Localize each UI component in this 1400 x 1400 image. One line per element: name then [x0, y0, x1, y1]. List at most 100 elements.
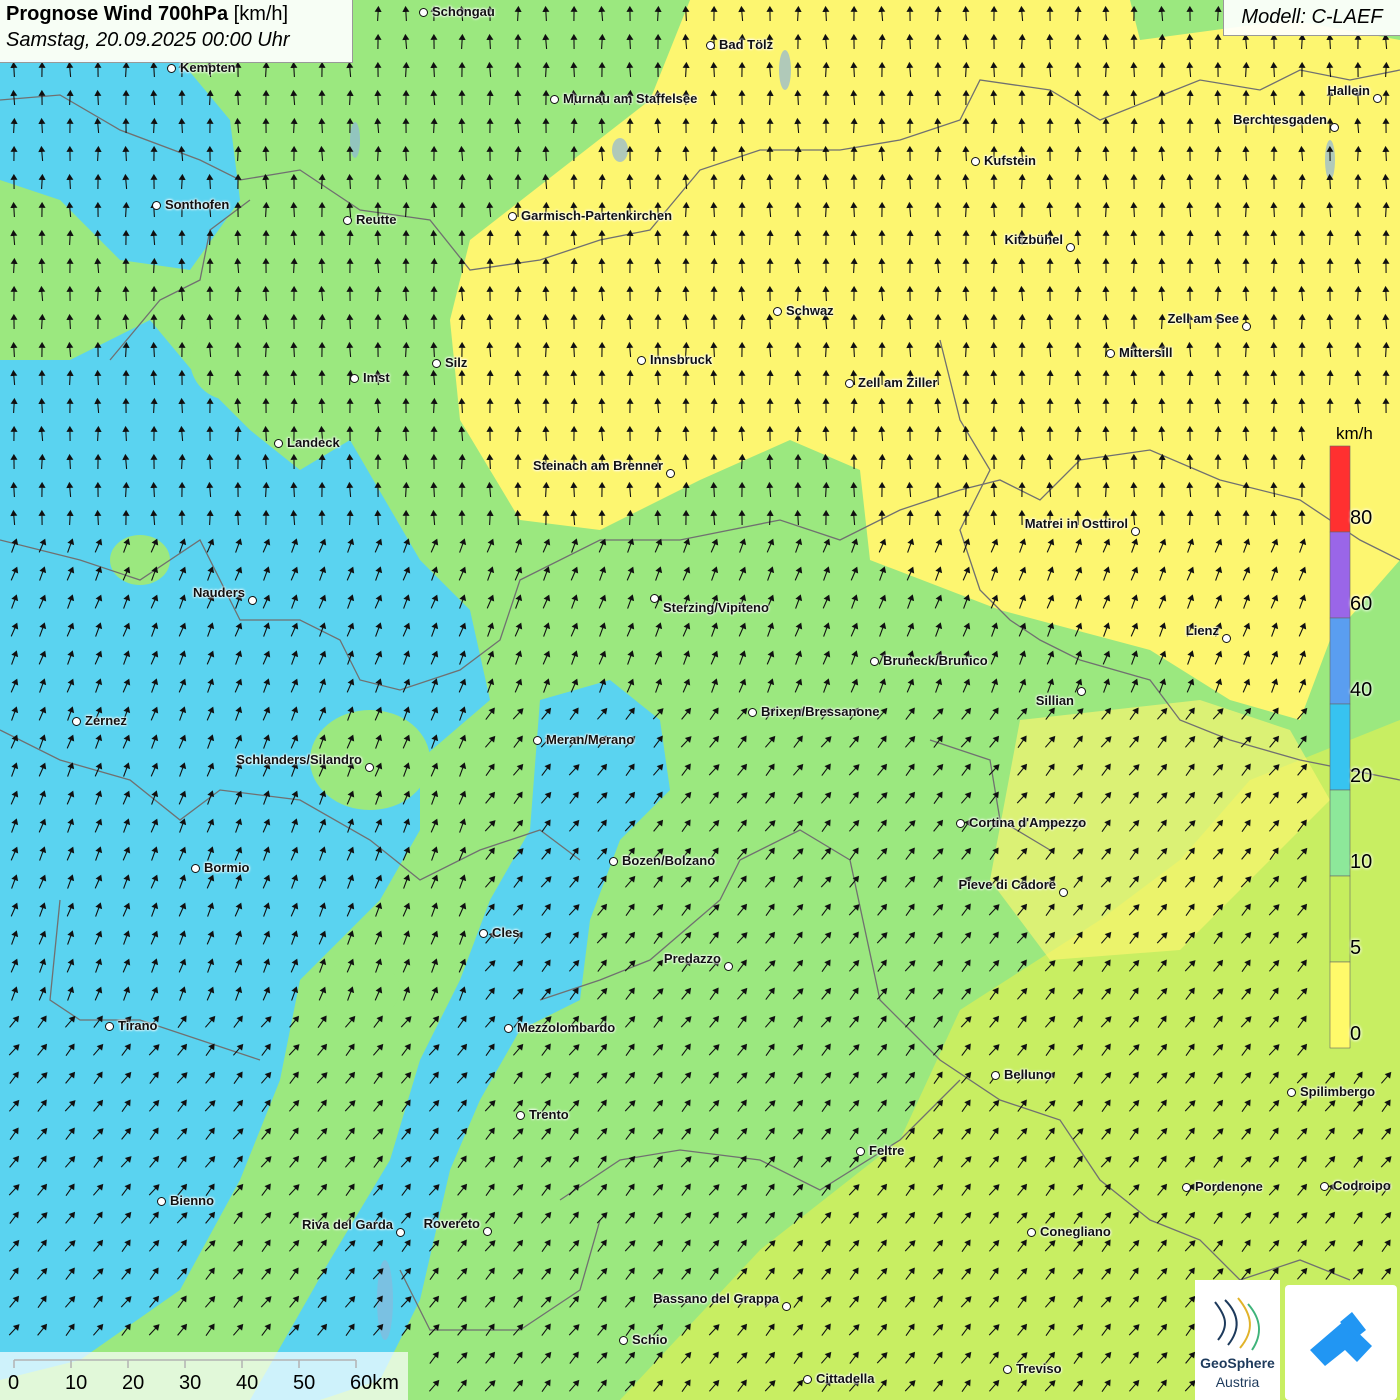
city-label: Schongau [432, 4, 495, 19]
scale-label: 30 [179, 1372, 202, 1394]
city-dot [1131, 527, 1140, 536]
title-main: Prognose Wind 700hPa [6, 3, 229, 25]
city-dot [1027, 1228, 1036, 1237]
city-label: Schwaz [786, 303, 834, 318]
city-dot [483, 1227, 492, 1236]
city-label: Silz [445, 355, 468, 370]
city-label: Kufstein [984, 153, 1036, 168]
city-label: Schio [632, 1332, 668, 1347]
forecast-datetime: Samstag, 20.09.2025 00:00 Uhr [6, 29, 290, 51]
city-label: Treviso [1016, 1361, 1062, 1376]
scale-label: 60km [350, 1372, 399, 1394]
city-dot [1059, 888, 1068, 897]
city-label: Spilimbergo [1300, 1084, 1376, 1099]
city-label: Kitzbühel [1004, 232, 1064, 247]
city-label: Sterzing/Vipiteno [663, 600, 769, 615]
city-dot [956, 819, 965, 828]
city-label: Belluno [1004, 1067, 1052, 1082]
city-dot [152, 201, 161, 210]
city-dot [1330, 123, 1339, 132]
city-dot [479, 929, 488, 938]
city-label: Sonthofen [165, 197, 230, 212]
city-label: Trento [529, 1107, 569, 1122]
city-label: Bormio [204, 860, 250, 875]
city-dot [533, 736, 542, 745]
city-label: Steinach am Brenner [532, 458, 663, 473]
city-label: Predazzo [663, 951, 721, 966]
city-dot [650, 594, 659, 603]
city-dot [1373, 94, 1382, 103]
city-label: Mezzolombardo [517, 1020, 616, 1035]
lake [350, 122, 360, 158]
city-label: Rovereto [423, 1216, 480, 1231]
scale-bar [0, 1352, 408, 1400]
legend-colorbar [1329, 445, 1351, 1049]
legend-swatch [1329, 617, 1351, 705]
city-dot [1182, 1183, 1191, 1192]
city-label: Conegliano [1040, 1224, 1111, 1239]
city-dot [105, 1022, 114, 1031]
city-dot [870, 657, 879, 666]
legend-swatch [1329, 445, 1351, 533]
city-dot [550, 95, 559, 104]
city-label: Hallein [1327, 83, 1370, 98]
city-dot [803, 1375, 812, 1384]
legend-swatch [1329, 875, 1351, 963]
city-label: Landeck [287, 435, 340, 450]
scale-label: 20 [122, 1372, 145, 1394]
city-dot [432, 359, 441, 368]
lake [612, 138, 628, 162]
city-label: Cortina d'Ampezzo [969, 815, 1087, 830]
legend-label: 40 [1350, 679, 1373, 701]
city-label: Bad Tölz [719, 37, 774, 52]
legend-label: 5 [1350, 937, 1362, 959]
geosphere-logo-subtext: Austria [1215, 1374, 1260, 1390]
city-dot [350, 374, 359, 383]
city-dot [157, 1197, 166, 1206]
city-dot [748, 708, 757, 717]
city-label: Tirano [118, 1018, 158, 1033]
city-label: Mittersill [1119, 345, 1173, 360]
city-dot [1077, 687, 1086, 696]
city-label: Schlanders/Silandro [236, 752, 362, 767]
city-dot [1242, 322, 1251, 331]
city-dot [1320, 1182, 1329, 1191]
city-label: Berchtesgaden [1233, 112, 1327, 127]
legend-swatch [1329, 703, 1351, 791]
city-label: Pieve di Cadore [958, 877, 1056, 892]
city-label: Brixen/Bressanone [761, 704, 880, 719]
city-label: Bruneck/Brunico [883, 653, 988, 668]
city-dot [609, 857, 618, 866]
city-label: Cles [492, 925, 520, 940]
model-label: Modell: C-LAEF [1223, 0, 1400, 36]
city-dot [1287, 1088, 1296, 1097]
title-unit: [km/h] [233, 3, 289, 25]
city-dot [1066, 243, 1075, 252]
city-dot [191, 864, 200, 873]
city-label: Garmisch-Partenkirchen [521, 208, 673, 223]
city-dot [706, 41, 715, 50]
city-dot [248, 596, 257, 605]
city-label: Riva del Garda [301, 1217, 393, 1232]
scale-label: 50 [293, 1372, 316, 1394]
city-label: Imst [363, 370, 390, 385]
legend-swatch [1329, 531, 1351, 619]
city-dot [619, 1336, 628, 1345]
city-dot [274, 439, 283, 448]
field-moderate-island [190, 320, 270, 400]
city-dot [637, 356, 646, 365]
city-dot [856, 1147, 865, 1156]
city-dot [396, 1228, 405, 1237]
city-dot [365, 763, 374, 772]
legend-unit: km/h [1336, 424, 1373, 443]
city-dot [72, 717, 81, 726]
city-dot [419, 8, 428, 17]
city-dot [516, 1111, 525, 1120]
city-dot [773, 307, 782, 316]
city-dot [1106, 349, 1115, 358]
legend-label: 10 [1350, 851, 1373, 873]
city-dot [167, 64, 176, 73]
legend-swatch [1329, 961, 1351, 1049]
title-box: Prognose Wind 700hPa [km/h] Samstag, 20.… [0, 0, 353, 63]
scale-label: 0 [8, 1372, 20, 1394]
